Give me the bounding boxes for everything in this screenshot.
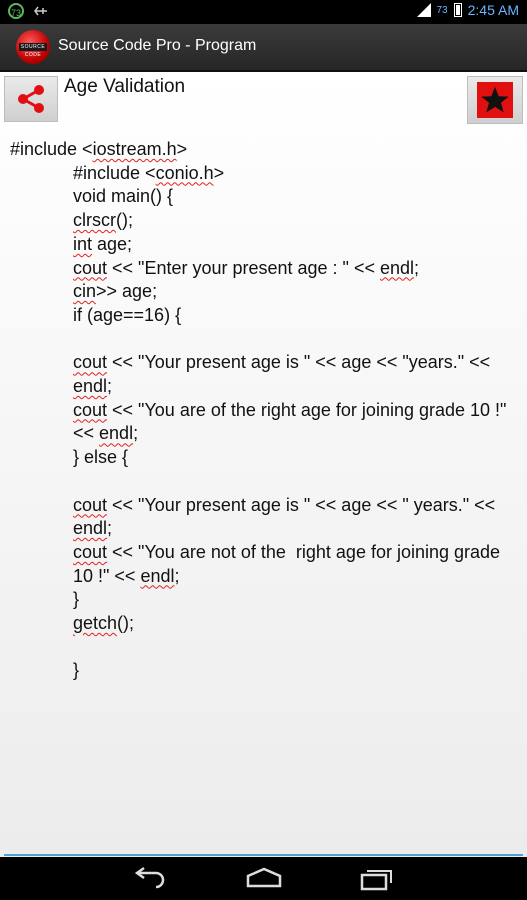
app-logo[interactable]: SOURCE CODE [16,30,50,64]
code-line: #include <iostream.h> [10,139,188,159]
notification-badge: 73 [8,3,24,19]
recents-icon [360,870,392,891]
navigation-bar [0,858,527,900]
app-logo-text: SOURCE CODE [19,43,47,58]
signal-icon [416,3,431,17]
recents-button[interactable] [356,866,396,892]
back-button[interactable] [130,866,170,892]
action-bar: SOURCE CODE Source Code Pro - Program [0,24,527,72]
home-button[interactable] [244,866,284,892]
code-line: void main() { [73,186,174,207]
code-line: cin>> age; [73,281,158,302]
code-line: #include <conio.h> [73,162,225,183]
program-view: Age Validation #include <iostream.h> #in… [0,72,527,857]
code-text[interactable]: #include <iostream.h> #include <conio.h>… [10,138,518,683]
share-icon [18,85,44,113]
code-line: cout << "Your present age is " << age <<… [73,494,501,539]
program-title: Age Validation [64,76,186,97]
star-icon [481,86,509,113]
code-line: cout << "You are of the right age for jo… [73,399,512,444]
code-line: cout << "Your present age is " << age <<… [73,352,496,397]
home-icon [246,867,282,888]
share-button[interactable] [4,76,58,122]
code-line: getch(); [73,613,135,634]
code-line: } [73,589,80,610]
battery-icon [453,3,462,17]
code-line: int age; [73,233,133,254]
back-icon [134,866,165,889]
code-line: } [73,660,80,681]
code-line: cout << "You are not of the right age fo… [73,541,506,586]
clock: 2:45 AM [467,2,519,18]
usb-icon [34,6,47,16]
battery-percent: 73 [436,4,448,16]
text-field-underline [4,854,523,856]
favorite-button[interactable] [467,76,523,124]
code-line: cout << "Enter your present age : " << e… [73,257,420,278]
code-line: } else { [73,447,129,468]
code-line: if (age==16) { [73,304,182,325]
app-title: Source Code Pro - Program [58,37,257,54]
status-bar: 73 73 2:45 AM [0,0,527,24]
code-line: clrscr(); [73,210,133,231]
